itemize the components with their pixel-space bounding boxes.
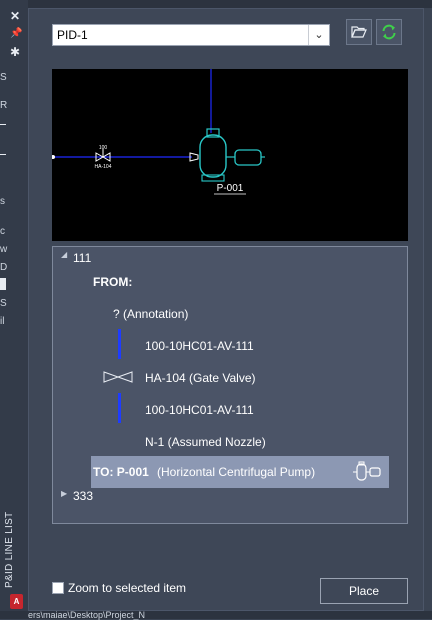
tree-line-333[interactable]: 333 xyxy=(73,489,93,503)
folder-open-icon xyxy=(351,26,367,38)
to-label: TO: P-001 xyxy=(93,465,149,479)
top-bar xyxy=(0,0,432,8)
open-drawing-button[interactable] xyxy=(346,19,372,45)
tree-item-gate-valve[interactable]: HA-104 (Gate Valve) xyxy=(145,371,256,385)
close-icon[interactable]: ✕ xyxy=(10,10,20,22)
strip-letter: c xyxy=(0,226,5,237)
strip-letter: il xyxy=(0,316,5,327)
tree-item-line-segment[interactable]: 100-10HC01-AV-111 xyxy=(145,339,254,353)
preview-canvas: 100 HA-104 P-001 xyxy=(51,69,265,195)
zoom-checkbox[interactable] xyxy=(52,582,64,594)
strip-letter: S xyxy=(0,298,7,309)
place-button[interactable]: Place xyxy=(320,578,408,604)
refresh-button[interactable] xyxy=(376,19,402,45)
drawing-select[interactable]: PID-1 ⌄ xyxy=(52,24,330,46)
tree-item-line-segment-2[interactable]: 100-10HC01-AV-111 xyxy=(145,403,254,417)
preview-pump-casing xyxy=(199,134,227,178)
preview-pump-tag: P-001 xyxy=(217,183,244,194)
strip-divider xyxy=(0,154,6,155)
to-description: (Horizontal Centrifugal Pump) xyxy=(157,465,316,479)
drawing-select-value: PID-1 xyxy=(57,28,88,42)
app-icon: A xyxy=(10,594,23,609)
drawing-preview[interactable]: 100 HA-104 P-001 xyxy=(51,69,408,241)
collapse-arrow-icon[interactable]: ◢ xyxy=(61,250,67,259)
preview-pump-motor xyxy=(234,149,262,166)
strip-letter: s xyxy=(0,196,5,207)
line-segment-icon xyxy=(118,329,121,359)
zoom-label[interactable]: Zoom to selected item xyxy=(68,581,186,595)
strip-block xyxy=(0,278,6,290)
preview-valve-tag-bottom: HA-104 xyxy=(95,164,112,170)
expand-arrow-icon[interactable]: ▶ xyxy=(61,489,67,498)
tree-item-nozzle[interactable]: N-1 (Assumed Nozzle) xyxy=(145,435,266,449)
settings-icon[interactable]: ✱ xyxy=(10,46,20,58)
gate-valve-icon xyxy=(103,371,133,383)
line-segment-icon xyxy=(118,393,121,423)
preview-line-endpoint xyxy=(51,155,55,159)
chevron-down-icon[interactable]: ⌄ xyxy=(308,25,329,45)
pump-icon xyxy=(353,461,381,481)
tree-item-selected-to[interactable]: TO: P-001 (Horizontal Centrifugal Pump) xyxy=(91,456,389,488)
strip-divider xyxy=(0,124,6,125)
left-strip: ✕ 📌 ✱ S R s c w D S il P&ID LINE LIST A xyxy=(0,0,28,619)
strip-letter: w xyxy=(0,244,8,255)
from-label: FROM: xyxy=(93,275,133,289)
refresh-icon xyxy=(382,24,396,40)
strip-letter: R xyxy=(0,100,8,111)
tree-item-annotation[interactable]: ? (Annotation) xyxy=(113,307,188,321)
strip-letter: S xyxy=(0,72,7,83)
tree-line-111[interactable]: 111 xyxy=(73,251,91,265)
line-list-tree[interactable]: ◢ 111 FROM: ? (Annotation) 100-10HC01-AV… xyxy=(52,246,408,524)
palette-title: P&ID LINE LIST xyxy=(4,511,15,589)
preview-valve-tag-top: 100 xyxy=(99,145,108,151)
strip-letter: D xyxy=(0,262,8,273)
pin-icon[interactable]: 📌 xyxy=(10,28,22,40)
